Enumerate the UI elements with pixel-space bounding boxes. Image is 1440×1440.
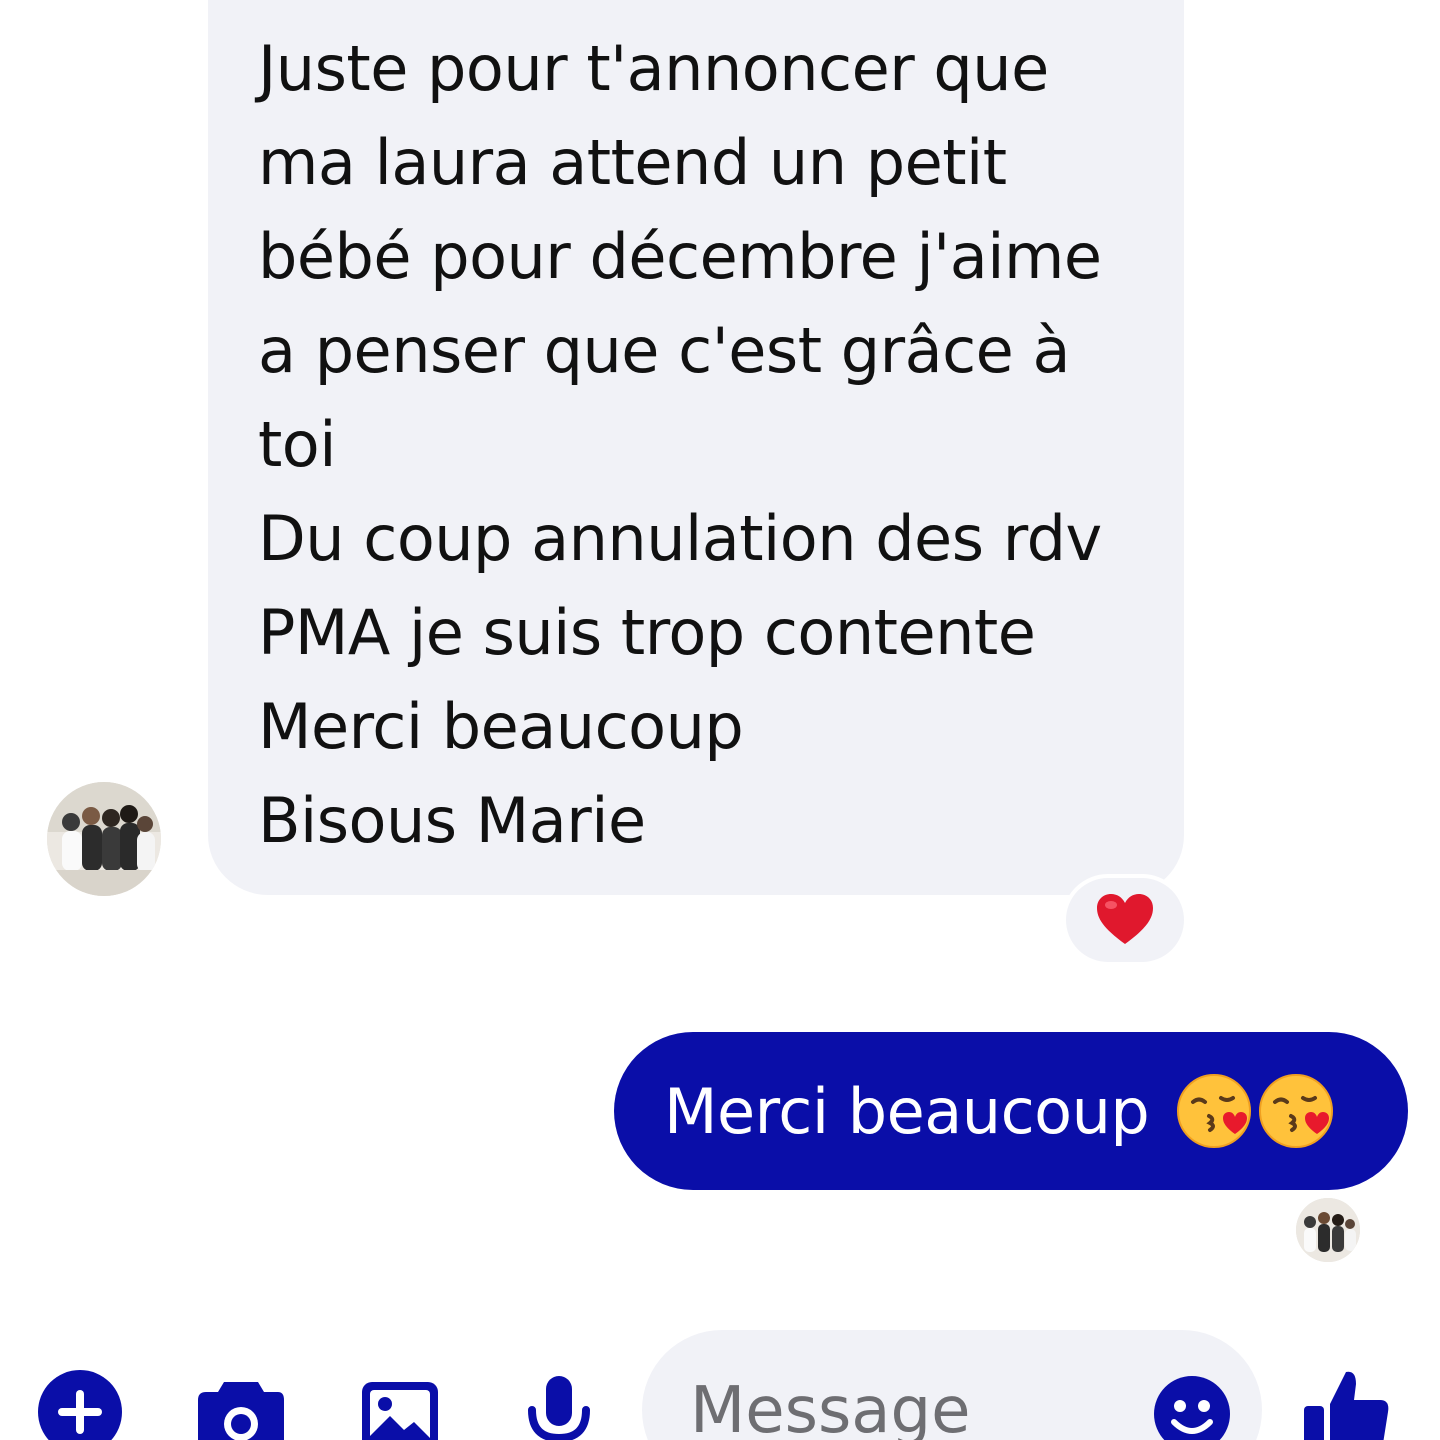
message-input[interactable]: Message	[642, 1330, 1262, 1440]
sender-avatar[interactable]	[47, 782, 161, 896]
message-line: ma laura attend un petit	[258, 126, 1007, 199]
plus-icon[interactable]	[38, 1370, 122, 1440]
image-icon[interactable]	[360, 1380, 440, 1440]
message-reaction[interactable]	[1062, 874, 1188, 966]
message-line: a penser que c'est grâce à	[258, 314, 1071, 387]
outgoing-message-bubble[interactable]: Merci beaucoup	[614, 1032, 1408, 1190]
smiley-icon[interactable]	[1152, 1374, 1232, 1440]
microphone-icon[interactable]	[526, 1376, 592, 1440]
red-heart-icon	[1097, 894, 1153, 944]
thumbs-up-icon[interactable]	[1300, 1370, 1390, 1440]
message-placeholder: Message	[690, 1374, 971, 1440]
message-line: Merci beaucoup	[258, 690, 744, 763]
message-composer: Message	[0, 1330, 1440, 1440]
emoji-group	[1171, 1072, 1335, 1150]
message-line: bébé pour décembre j'aime	[258, 220, 1102, 293]
incoming-message-bubble[interactable]: Juste pour t'annoncer que ma laura atten…	[208, 0, 1184, 895]
kissing-face-with-heart-icon	[1257, 1072, 1335, 1150]
outgoing-message-text: Merci beaucoup	[664, 1074, 1150, 1148]
message-line: toi	[258, 408, 336, 481]
chat-screen: Juste pour t'annoncer que ma laura atten…	[0, 0, 1440, 1440]
message-line: Juste pour t'annoncer que	[258, 32, 1049, 105]
camera-icon[interactable]	[196, 1376, 286, 1440]
kissing-face-with-heart-icon	[1175, 1072, 1253, 1150]
message-line: PMA je suis trop contente	[258, 596, 1036, 669]
read-receipt-avatar	[1296, 1198, 1360, 1262]
message-line: Du coup annulation des rdv	[258, 502, 1102, 575]
message-line: Bisous Marie	[258, 784, 646, 857]
